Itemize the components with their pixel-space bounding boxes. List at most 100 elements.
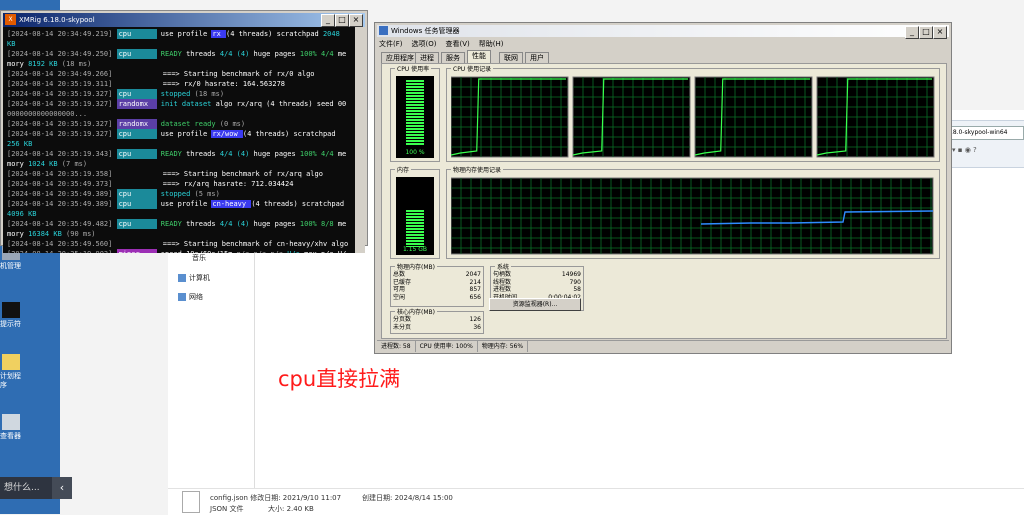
network-icon: [178, 293, 186, 301]
close-button[interactable]: ×: [349, 14, 363, 27]
nav-item-computer[interactable]: 计算机: [178, 273, 210, 283]
log-text: 4/4 (4): [219, 150, 250, 158]
task-scheduler-icon: [2, 354, 20, 370]
tab-4[interactable]: 联网: [499, 52, 523, 63]
cpu-usage-meter-fill: [406, 80, 424, 146]
log-timestamp: [2024-08-14 20:35:19.327]: [7, 100, 113, 108]
stat-label: 已缓存: [393, 278, 412, 286]
log-text: threads: [181, 220, 220, 228]
log-tag: cpu: [116, 49, 157, 59]
log-text: mory: [7, 60, 29, 68]
desktop-icon[interactable]: 查看器: [0, 414, 60, 441]
annotation-caption: cpu直接拉满: [278, 367, 401, 391]
minimize-button[interactable]: _: [321, 14, 335, 27]
log-text: threads: [181, 150, 220, 158]
log-text: (4 threads) scratchpad: [251, 200, 345, 208]
maximize-button[interactable]: □: [335, 14, 349, 27]
cpu-usage-value: 100 %: [405, 149, 425, 156]
task-manager-icon: [379, 26, 388, 35]
memory-value: 1.15 GB: [402, 246, 428, 253]
log-text: mory: [7, 230, 29, 238]
log-tag: cpu: [116, 219, 157, 229]
log-text: 10s/60s/15m: [182, 250, 237, 253]
stat-label: 可用: [393, 286, 406, 293]
console-title-bar[interactable]: XMRig 6.18.0-skypool _ □ ×: [3, 13, 365, 27]
console-scrollbar[interactable]: [355, 27, 365, 253]
log-timestamp: [2024-08-14 20:35:49.389]: [7, 200, 113, 208]
log-timestamp: [2024-08-14 20:35:19.327]: [7, 90, 113, 98]
kernel-memory-stats: 分页数 126 未分页 36: [391, 316, 483, 333]
stat-label: 线程数: [493, 278, 512, 286]
log-tag: cpu: [116, 199, 157, 209]
log-tag: cpu: [116, 129, 157, 139]
menu-item[interactable]: 帮助(H): [479, 40, 504, 48]
chevron-left-icon[interactable]: ‹: [52, 477, 72, 499]
computer-icon: [178, 274, 186, 282]
menu-item[interactable]: 选项(O): [412, 40, 437, 48]
log-text: n/a: [237, 250, 250, 253]
stat-label: 未分页: [393, 323, 412, 331]
stat-value: 36: [473, 323, 481, 331]
tab-3[interactable]: 性能: [467, 50, 491, 63]
log-text: READY: [160, 150, 182, 158]
log-text: mory: [7, 160, 29, 168]
task-manager-title-bar[interactable]: Windows 任务管理器 _ □ ×: [377, 25, 949, 39]
stat-value: 58: [573, 286, 581, 293]
desktop-icon-label: 提示符: [0, 320, 21, 328]
file-icon[interactable]: [182, 491, 200, 513]
file-name: config.json: [210, 494, 248, 502]
stat-label: 空闲: [393, 293, 406, 301]
log-timestamp: [2024-08-14 20:34:49.250]: [7, 50, 113, 58]
tab-1[interactable]: 进程: [415, 52, 439, 63]
console-line: [2024-08-14 20:34:49.219] cpu use profil…: [7, 29, 340, 39]
stat-value: 857: [469, 286, 481, 293]
taskbar-search[interactable]: 想什么... ‹: [0, 477, 72, 499]
log-text: ===> Starting benchmark of rx/0 algo: [158, 70, 315, 78]
nav-item-network[interactable]: 网络: [178, 292, 203, 302]
console-line: [2024-08-14 20:35:49.373] ===> rx/arq ha…: [7, 179, 293, 189]
menu-item[interactable]: 查看(V): [445, 40, 469, 48]
explorer-toolbar-icons[interactable]: ▾ ▪ ◉ ?: [952, 146, 977, 154]
file-created: 2024/8/14 15:00: [394, 494, 453, 502]
tab-0[interactable]: 应用程序: [381, 52, 419, 63]
log-text: ===> Starting benchmark of rx/arq algo: [158, 170, 323, 178]
explorer-nav-pane: 文档 音乐 计算机 网络: [168, 228, 255, 488]
log-text: 4/4 (4): [219, 220, 250, 228]
explorer-address-bar[interactable]: 18.0-skypool-win64: [948, 126, 1024, 140]
desktop-icon-label: 查看器: [0, 432, 21, 440]
log-text: cn-heavy: [211, 200, 252, 208]
memory-meter-fill: [406, 210, 424, 247]
tab-2[interactable]: 服务: [441, 52, 465, 63]
log-text: stopped: [160, 190, 191, 198]
desktop-icon[interactable]: 提示符: [0, 302, 60, 329]
tab-5[interactable]: 用户: [525, 52, 549, 63]
physical-memory-stats: 总数 2047 已缓存 214 可用 857 空闲 656: [391, 271, 483, 305]
stat-value: 214: [469, 278, 481, 286]
xmrig-logo-icon: X: [5, 14, 16, 25]
stat-label: 总数: [393, 271, 406, 278]
log-text: huge pages: [249, 50, 300, 58]
resource-monitor-button[interactable]: 资源监视器(R)...: [489, 298, 581, 311]
console-line: [2024-08-14 20:35:19.343] cpu READY thre…: [7, 149, 346, 159]
log-text: (4 threads) scratchpad: [242, 130, 336, 138]
log-timestamp: [2024-08-14 20:35:49.482]: [7, 220, 113, 228]
log-text: READY: [160, 50, 182, 58]
menu-item[interactable]: 文件(F): [379, 40, 403, 48]
tm-maximize-button[interactable]: □: [919, 26, 933, 39]
memory-meter: 1.15 GB: [396, 177, 434, 255]
tm-close-button[interactable]: ×: [933, 26, 947, 39]
log-text: ===> Starting benchmark of cn-heavy/xhv …: [158, 240, 349, 248]
log-text: use profile: [160, 30, 212, 38]
desktop-icon[interactable]: 计划程 序: [0, 354, 60, 390]
tm-minimize-button[interactable]: _: [905, 26, 919, 39]
nav-item-music[interactable]: 音乐: [192, 253, 206, 263]
status-memory: 物理内存: 56%: [478, 341, 529, 352]
memory-history-graph: [451, 177, 934, 255]
log-timestamp: [2024-08-14 20:35:49.373]: [7, 180, 113, 188]
log-text: (7 ms): [57, 160, 88, 168]
log-text: 100% 4/4: [299, 150, 334, 158]
log-text: rx: [211, 30, 227, 38]
log-text: 100% 4/4: [299, 50, 334, 58]
console-line: [2024-08-14 20:34:49.266] ===> Starting …: [7, 69, 315, 79]
stat-label: 进程数: [493, 286, 512, 293]
